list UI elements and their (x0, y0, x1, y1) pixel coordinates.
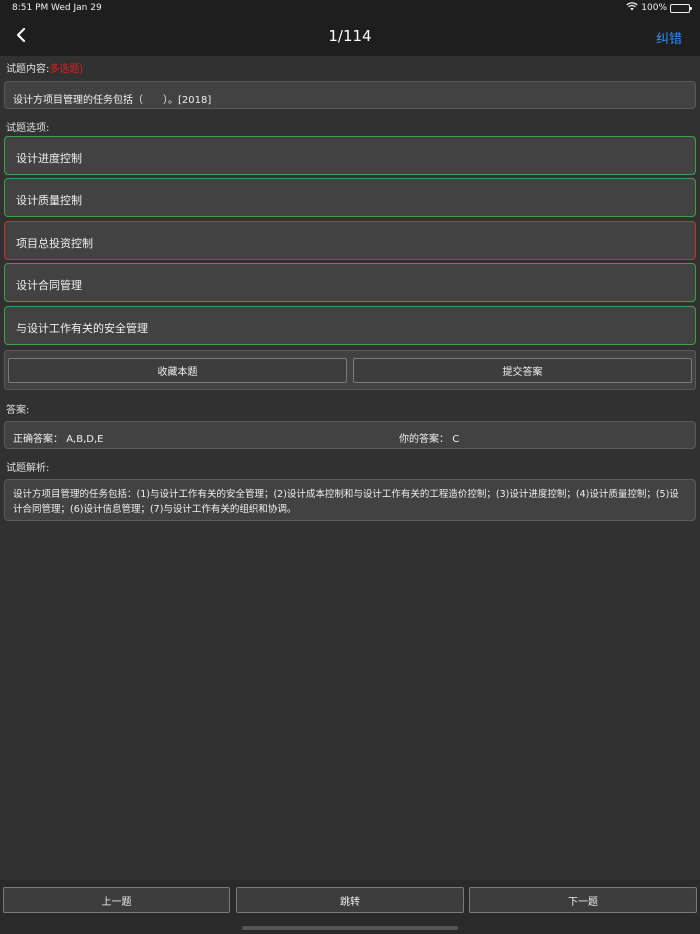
option-text: 设计合同管理 (16, 279, 82, 292)
status-bar: 8:51 PM Wed Jan 29 100% (0, 0, 700, 18)
question-text: 设计方项目管理的任务包括（ ）。[2018] (4, 81, 696, 109)
options-label: 试题选项: (6, 123, 50, 134)
question-label: 试题内容: (6, 64, 50, 75)
page-title: 1/114 (328, 27, 372, 45)
status-indicators: 100% (626, 2, 692, 14)
report-error-button[interactable]: 纠错 (656, 28, 682, 47)
your-answer: 你的答案： C (399, 430, 459, 445)
home-indicator (242, 926, 458, 930)
option-a[interactable]: 设计进度控制 (4, 136, 696, 175)
option-text: 项目总投资控制 (16, 237, 93, 250)
answer-box: 正确答案： A,B,D,E 你的答案： C (4, 421, 696, 449)
correct-answer: 正确答案： A,B,D,E (13, 430, 103, 445)
question-label-row: 试题内容:多选题) (6, 60, 83, 75)
answer-label: 答案: (6, 405, 30, 416)
option-e[interactable]: 与设计工作有关的安全管理 (4, 306, 696, 345)
status-date: Wed Jan 29 (51, 3, 102, 13)
correct-answer-value: A,B,D,E (66, 434, 104, 445)
action-panel: 收藏本题 提交答案 (4, 350, 696, 390)
wifi-icon (626, 2, 638, 14)
your-answer-value: C (452, 434, 460, 445)
option-c[interactable]: 项目总投资控制 (4, 221, 696, 260)
analysis-label: 试题解析: (6, 463, 50, 474)
battery-icon (670, 3, 692, 13)
your-answer-label: 你的答案： (399, 434, 449, 445)
next-question-button[interactable]: 下一题 (469, 887, 697, 913)
option-d[interactable]: 设计合同管理 (4, 263, 696, 302)
jump-button[interactable]: 跳转 (236, 887, 464, 913)
favorite-button[interactable]: 收藏本题 (8, 358, 347, 383)
option-text: 与设计工作有关的安全管理 (16, 322, 148, 335)
option-text: 设计质量控制 (16, 194, 82, 207)
previous-question-button[interactable]: 上一题 (3, 887, 230, 913)
battery-percent: 100% (641, 3, 667, 13)
question-type-tag: 多选题) (49, 64, 84, 75)
correct-answer-label: 正确答案： (13, 434, 63, 445)
analysis-text: 设计方项目管理的任务包括：(1)与设计工作有关的安全管理；(2)设计成本控制和与… (4, 479, 696, 521)
option-b[interactable]: 设计质量控制 (4, 178, 696, 217)
submit-answer-button[interactable]: 提交答案 (353, 358, 692, 383)
status-time: 8:51 PM (12, 3, 49, 13)
nav-bar: 1/114 纠错 (0, 18, 700, 56)
option-text: 设计进度控制 (16, 152, 82, 165)
